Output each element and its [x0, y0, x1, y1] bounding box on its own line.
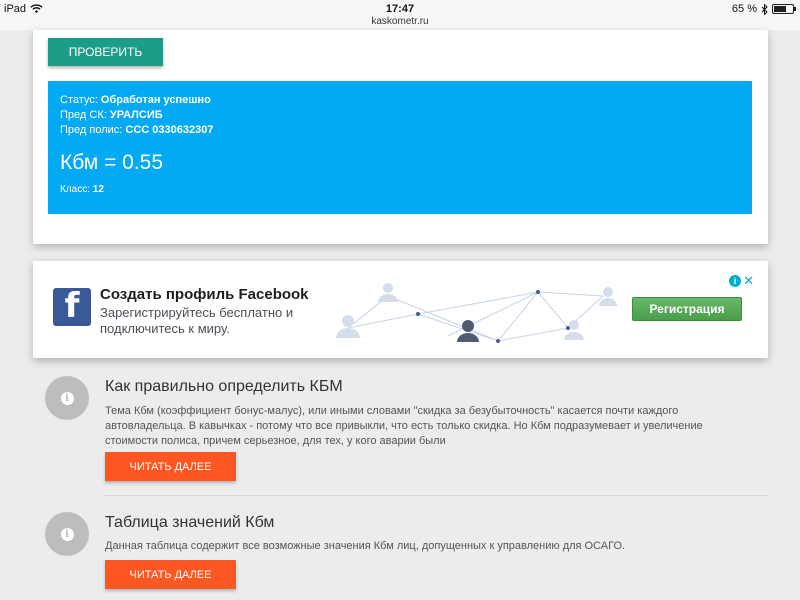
prev-policy-label: Пред полис: [60, 124, 123, 136]
status-right: 65 % [731, 3, 796, 15]
class-line: Класс: 12 [60, 184, 740, 195]
bluetooth-icon [761, 3, 768, 15]
facebook-ad-banner[interactable]: f Создать профиль Facebook Зарегистрируй… [33, 261, 768, 358]
prev-insurer-label: Пред СК: [60, 109, 107, 121]
check-button[interactable]: ПРОВЕРИТЬ [48, 38, 163, 66]
status-label: Статус: [60, 94, 98, 106]
class-label: Класс: [60, 184, 90, 195]
check-card: ПРОВЕРИТЬ Статус: Обработан успешно Пред… [33, 30, 768, 244]
kbm-value: Кбм = 0.55 [60, 151, 164, 174]
info-icon: i [45, 512, 89, 556]
ad-close-icon[interactable]: ✕ [743, 273, 754, 289]
article-title[interactable]: Таблица значений Кбм [105, 514, 274, 532]
status-bar: iPad 17:47 kaskometr.ru 65 % [0, 0, 800, 30]
article-title[interactable]: Как правильно определить КБМ [105, 378, 343, 396]
network-illustration [336, 283, 617, 343]
info-icon: i [45, 376, 89, 420]
class-value: 12 [92, 184, 104, 195]
status-line: Статус: Обработан успешно [60, 93, 740, 108]
prev-policy-value: ССС 0330632307 [125, 124, 214, 136]
battery-percent: 65 % [731, 3, 757, 15]
ad-info-icon[interactable]: i [729, 275, 741, 287]
facebook-logo-icon: f [53, 288, 91, 326]
register-button[interactable]: Регистрация [632, 297, 742, 321]
read-more-button[interactable]: ЧИТАТЬ ДАЛЕЕ [105, 452, 236, 481]
battery-icon [772, 4, 796, 14]
status-value: Обработан успешно [100, 94, 211, 106]
address-url[interactable]: kaskometr.ru [0, 16, 800, 27]
result-panel: Статус: Обработан успешно Пред СК: УРАЛС… [48, 81, 752, 214]
battery-fill [774, 6, 786, 12]
person-icon [336, 283, 617, 342]
prev-insurer-value: УРАЛСИБ [109, 109, 163, 121]
ad-title: Создать профиль Facebook [100, 286, 309, 303]
divider [105, 495, 768, 496]
article-text: Тема Кбм (коэффициент бонус-малус), или … [105, 405, 703, 447]
ad-subtitle: Зарегистрируйтесь бесплатно и подключите… [100, 305, 294, 336]
read-more-button[interactable]: ЧИТАТЬ ДАЛЕЕ [105, 560, 236, 589]
prev-insurer-line: Пред СК: УРАЛСИБ [60, 108, 740, 123]
status-time: 17:47 [385, 3, 415, 15]
article-text: Данная таблица содержит все возможные зн… [105, 540, 626, 552]
prev-policy-line: Пред полис: ССС 0330632307 [60, 123, 740, 138]
